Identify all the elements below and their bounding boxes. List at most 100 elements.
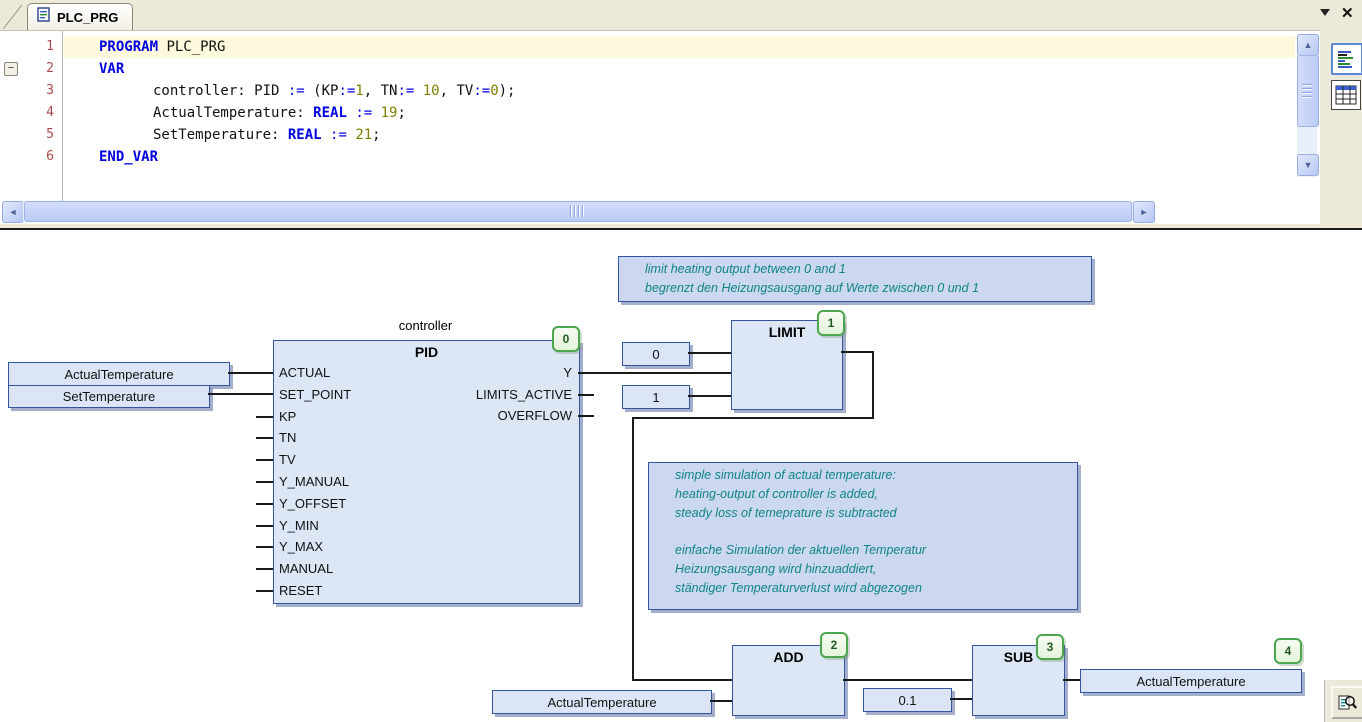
declaration-editor[interactable]: 12−3456 PROGRAM PLC_PRGVARcontroller: PI… [0,30,1320,225]
connection-wire [843,679,972,681]
code-token: END_VAR [99,149,158,165]
code-token: := [288,83,305,99]
code-token: PLC_PRG [158,39,225,55]
pin-stub [578,415,594,417]
pid-input-pin: ACTUAL [279,365,330,381]
chevron-up-icon: ▲ [1304,41,1313,50]
code-token: := [355,105,372,121]
code-token: ); [499,83,516,99]
code-token [322,127,330,143]
connection-wire [841,351,874,353]
connection-wire [688,395,731,397]
pin-stub [256,546,273,548]
execution-order-badge: 4 [1274,638,1302,664]
window-list-dropdown-icon[interactable] [1320,9,1330,16]
pin-stub [256,459,273,461]
canvas-corner [1324,680,1362,722]
line-number: 1 [14,36,54,58]
textual-declaration-view-icon[interactable] [1331,43,1362,75]
pid-input-pin: MANUAL [279,561,333,577]
code-token: := [473,83,490,99]
constant-box-zero[interactable]: 0 [622,342,690,366]
chevron-left-icon: ◄ [9,208,18,217]
tabular-declaration-view-icon[interactable] [1331,80,1361,110]
scroll-down-button[interactable]: ▼ [1297,154,1319,176]
line-number: 4 [14,102,54,124]
declaration-view-toolbar [1320,30,1362,224]
pid-input-pin: KP [279,409,296,425]
code-line[interactable]: VAR [63,58,1331,80]
code-token: 19 [381,105,398,121]
output-box-actual-temperature[interactable]: ActualTemperature [1080,669,1302,693]
code-token: := [397,83,414,99]
code-token: PROGRAM [99,39,158,55]
constant-box-one[interactable]: 1 [622,385,690,409]
thumb-grip [570,205,586,217]
pin-stub [256,525,273,527]
input-box-set-temperature[interactable]: SetTemperature [8,385,210,408]
scroll-up-button[interactable]: ▲ [1297,34,1319,56]
tab-plc-prg[interactable]: PLC_PRG [27,3,133,30]
line-number-gutter: 12−3456 [0,31,63,201]
tab-divider [3,5,22,29]
code-area[interactable]: PROGRAM PLC_PRGVARcontroller: PID := (KP… [63,31,1295,201]
line-number: 6 [14,146,54,168]
input-box-actual-temperature[interactable]: ActualTemperature [8,362,230,386]
code-token: , TV [440,83,474,99]
code-line[interactable]: ActualTemperature: REAL := 19; [63,102,1362,124]
code-token: 0 [490,83,498,99]
pid-output-pin: Y [340,365,572,381]
pid-input-pin: Y_MIN [279,518,319,534]
code-token: := [338,83,355,99]
magnifier-document-icon [1337,692,1358,713]
code-line[interactable]: END_VAR [63,146,1331,168]
pid-instance-name: controller [273,318,578,333]
thumb-grip [1302,84,1312,98]
collapse-toggle[interactable]: − [4,62,18,76]
close-icon[interactable]: ✕ [1341,4,1354,22]
pin-stub [256,568,273,570]
horizontal-scroll-thumb[interactable] [24,201,1132,222]
pid-input-pin: Y_OFFSET [279,496,346,512]
input-box-actual-temperature-bottom[interactable]: ActualTemperature [492,690,712,714]
code-line[interactable]: controller: PID := (KP:=1, TN:= 10, TV:=… [63,80,1362,102]
line-number: 2 [14,58,54,80]
connection-wire [208,393,273,395]
pin-stub [256,503,273,505]
code-token [414,83,422,99]
code-token: 10 [423,83,440,99]
connection-wire [632,417,874,419]
code-line[interactable]: SetTemperature: REAL := 21; [63,124,1362,146]
chevron-down-icon: ▼ [1304,161,1313,170]
connection-wire [578,372,731,374]
line-number: 3 [14,80,54,102]
scroll-left-button[interactable]: ◄ [2,201,24,223]
pid-output-pin: LIMITS_ACTIVE [340,387,572,403]
connection-wire [632,417,634,681]
code-token: ActualTemperature: [153,105,313,121]
pin-stub [256,416,273,418]
comment-limit[interactable]: limit heating output between 0 and 1 beg… [618,256,1092,302]
constant-box-0-1[interactable]: 0.1 [863,688,952,712]
code-line[interactable]: PROGRAM PLC_PRG [63,36,1331,58]
pid-input-pin: TV [279,452,296,468]
pin-stub [578,394,594,396]
connection-wire [710,700,732,702]
chevron-right-icon: ► [1140,208,1149,217]
pin-stub [256,590,273,592]
pid-input-pin: Y_MAX [279,539,323,555]
connection-wire [688,352,731,354]
comment-simulation[interactable]: simple simulation of actual temperature:… [648,462,1078,610]
cfc-editor-canvas[interactable]: limit heating output between 0 and 1 beg… [0,230,1362,722]
pid-input-pin: RESET [279,583,322,599]
code-token: ; [372,127,380,143]
connection-wire [632,679,732,681]
execution-order-badge: 3 [1036,634,1064,660]
connection-wire [872,351,874,419]
execution-order-badge: 2 [820,632,848,658]
cfc-zoom-button[interactable] [1331,686,1362,719]
code-token: VAR [99,61,124,77]
scroll-right-button[interactable]: ► [1133,201,1155,223]
pid-input-pin: Y_MANUAL [279,474,349,490]
vertical-scroll-thumb[interactable] [1297,55,1319,127]
